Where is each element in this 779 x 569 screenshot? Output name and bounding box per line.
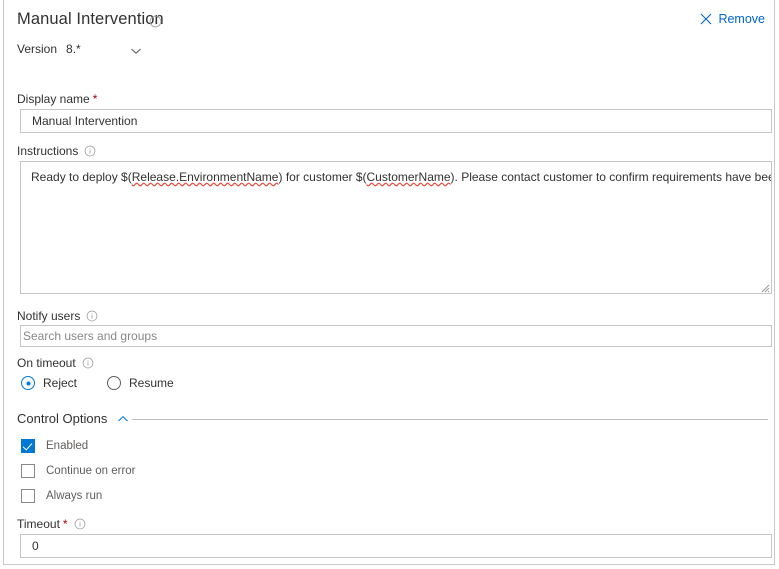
remove-button-label: Remove [718, 12, 765, 26]
on-timeout-label-text: On timeout [17, 356, 76, 370]
spellcheck-token: CustomerName [366, 170, 451, 184]
timeout-label: Timeout * [17, 517, 86, 531]
instructions-label: Instructions [17, 144, 96, 158]
chevron-down-icon[interactable] [129, 44, 143, 58]
instructions-textarea[interactable]: Ready to deploy $(Release.EnvironmentNam… [20, 161, 772, 294]
on-timeout-label: On timeout [17, 356, 94, 370]
remove-button[interactable]: Remove [700, 12, 765, 26]
info-icon[interactable] [74, 518, 86, 530]
info-icon[interactable] [82, 357, 94, 369]
info-icon[interactable] [86, 310, 98, 322]
radio-option-resume[interactable]: Resume [107, 376, 174, 390]
task-editor-panel: Manual Intervention Remove Version 8.* D… [3, 0, 775, 565]
resize-handle-icon[interactable] [758, 280, 770, 293]
version-label: Version [17, 42, 58, 56]
checkbox-label: Enabled [46, 440, 89, 452]
chevron-up-icon [116, 412, 130, 426]
timeout-label-text: Timeout [17, 517, 60, 531]
display-name-label: Display name * [17, 92, 97, 106]
display-name-input[interactable] [20, 109, 772, 133]
checkbox-indicator [21, 489, 35, 503]
instructions-text-run: ). Please contact customer to confirm re… [450, 170, 771, 184]
control-options-header[interactable]: Control Options [17, 411, 130, 426]
notify-users-input[interactable] [20, 325, 772, 347]
radio-label: Reject [43, 376, 78, 390]
version-row: Version 8.* [17, 42, 81, 56]
timeout-input[interactable] [20, 534, 772, 558]
version-value: 8.* [66, 42, 81, 56]
radio-indicator [21, 376, 35, 390]
checkbox-continue-on-error[interactable]: Continue on error [21, 464, 136, 478]
checkbox-always-run[interactable]: Always run [21, 489, 102, 503]
on-timeout-radio-group: Reject Resume [21, 376, 174, 390]
spellcheck-token: Release.EnvironmentName [131, 170, 279, 184]
radio-option-reject[interactable]: Reject [21, 376, 77, 390]
instructions-text: Ready to deploy $(Release.EnvironmentNam… [31, 169, 771, 185]
required-asterisk: * [92, 92, 98, 106]
instructions-text-run: ) for customer $( [278, 170, 367, 184]
info-icon[interactable] [84, 145, 96, 157]
checkbox-indicator [21, 439, 35, 453]
close-x-icon [700, 13, 712, 25]
checkbox-label: Always run [46, 490, 103, 502]
control-options-title: Control Options [17, 411, 108, 426]
radio-label: Resume [129, 376, 174, 390]
checkbox-indicator [21, 464, 35, 478]
instructions-label-text: Instructions [17, 144, 79, 158]
page-title: Manual Intervention [17, 10, 164, 28]
required-asterisk: * [62, 517, 68, 531]
section-divider [132, 419, 768, 420]
panel-header: Manual Intervention Remove [4, 0, 774, 36]
instructions-text-run: Ready to deploy $( [31, 170, 132, 184]
checkbox-label: Continue on error [46, 465, 136, 477]
display-name-label-text: Display name [17, 92, 90, 106]
notify-users-label: Notify users [17, 309, 98, 323]
radio-indicator [107, 376, 122, 390]
notify-users-label-text: Notify users [17, 309, 81, 323]
info-icon[interactable] [149, 15, 162, 33]
checkbox-enabled[interactable]: Enabled [21, 439, 88, 453]
